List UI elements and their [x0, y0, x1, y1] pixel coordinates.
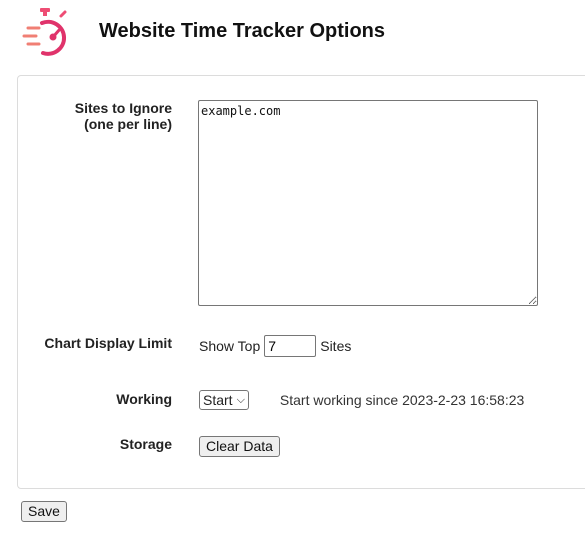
sites-to-ignore-label: Sites to Ignore (one per line)	[75, 100, 172, 132]
working-label: Working	[116, 391, 172, 407]
sites-to-ignore-label-line1: Sites to Ignore	[74, 100, 172, 116]
chart-limit-input[interactable]	[264, 335, 317, 357]
stopwatch-icon	[22, 8, 67, 56]
sites-text: Sites	[320, 338, 352, 354]
page-title: Website Time Tracker Options	[99, 20, 386, 42]
clear-data-button[interactable]: Clear Data	[199, 436, 280, 457]
storage-label: Storage	[119, 436, 172, 452]
chart-display-limit-label: Chart Display Limit	[44, 335, 172, 351]
options-panel: Sites to Ignore (one per line) example.c…	[17, 75, 585, 489]
working-status-text: Start working since 2023-2-23 16:58:23	[279, 392, 525, 408]
chevron-down-icon: ⌵	[236, 393, 245, 406]
working-row: Start ⌵ Start working since 2023-2-23 16…	[199, 390, 524, 410]
save-button[interactable]: Save	[21, 501, 67, 522]
working-select[interactable]: Start ⌵	[199, 390, 249, 410]
working-select-value: Start	[203, 392, 233, 408]
chart-display-limit-row: Show Top Sites	[199, 335, 351, 357]
sites-to-ignore-textarea[interactable]: example.com	[198, 100, 538, 306]
sites-to-ignore-label-line2: (one per line)	[84, 116, 172, 132]
show-top-text: Show Top	[199, 338, 261, 354]
header: Website Time Tracker Options	[22, 6, 582, 60]
